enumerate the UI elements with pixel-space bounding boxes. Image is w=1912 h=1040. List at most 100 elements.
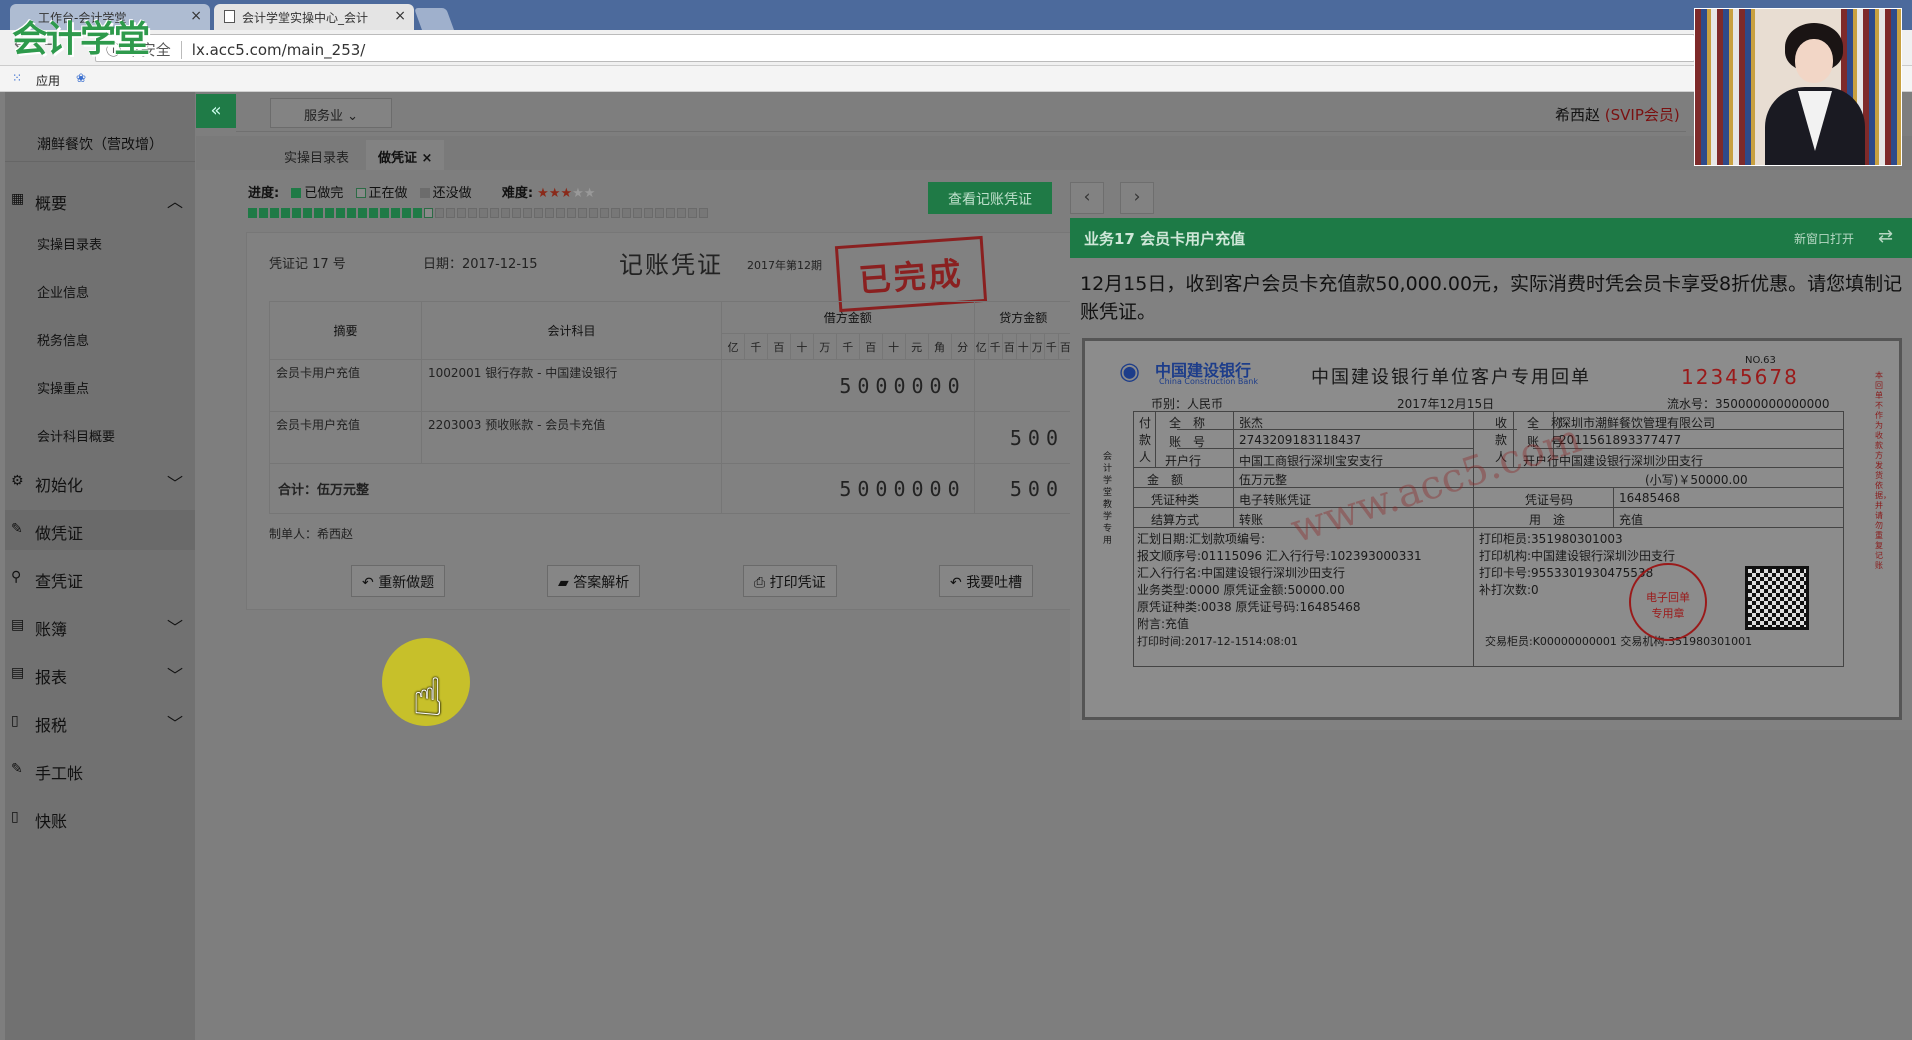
receipt-detail-line: 附言:充值 [1137, 617, 1190, 631]
progress-cell[interactable] [644, 208, 653, 218]
apps-grid-icon[interactable]: ⁙ [12, 71, 22, 85]
row-account[interactable]: 1002001 银行存款 - 中国建设银行 [421, 359, 722, 412]
row-summary[interactable]: 会员卡用户充值 [269, 359, 422, 412]
progress-cell[interactable] [677, 208, 686, 218]
progress-cell[interactable] [633, 208, 642, 218]
subnav-company-info[interactable]: 企业信息 [5, 270, 195, 310]
sidebar-item-label: 报税 [35, 716, 68, 735]
sidebar-item-overview[interactable]: ▦ 概要 ︿ [5, 180, 195, 220]
subnav-tax-info[interactable]: 税务信息 [5, 318, 195, 358]
seal-text: 电子回单专用章 [1646, 591, 1690, 620]
tab-make-voucher[interactable]: 做凭证 × [366, 140, 445, 170]
progress-cell[interactable] [479, 208, 488, 218]
row-debit[interactable]: 5000000 [721, 359, 975, 412]
receipt-detail-line: 打印柜员:351980301003 [1479, 532, 1623, 546]
progress-cell[interactable] [501, 208, 510, 218]
print-voucher-button[interactable]: ⎙ 打印凭证 [743, 565, 837, 597]
progress-cell[interactable] [281, 208, 290, 218]
open-new-window-link[interactable]: 新窗口打开 [1794, 230, 1854, 247]
close-icon[interactable]: × [394, 8, 406, 24]
progress-cell[interactable] [325, 208, 334, 218]
progress-cell[interactable] [303, 208, 312, 218]
bank-seal: 电子回单专用章 [1629, 563, 1707, 641]
table-row[interactable]: 会员卡用户充值 1002001 银行存款 - 中国建设银行 5000000 [269, 359, 1074, 412]
new-tab-button[interactable] [413, 8, 455, 30]
redo-button[interactable]: ↶ 重新做题 [351, 565, 446, 597]
progress-cell[interactable] [600, 208, 609, 218]
bookmark-apps[interactable]: 应用 [36, 72, 60, 89]
sidebar-item-search-voucher[interactable]: ⚲ 查凭证 [5, 558, 195, 598]
table-row[interactable]: 会员卡用户充值 2203003 预收账款 - 会员卡充值 500 [269, 411, 1074, 464]
feedback-button[interactable]: ↶ 我要吐槽 [939, 565, 1034, 597]
settle-method: 转账 [1239, 513, 1264, 527]
progress-cell[interactable] [578, 208, 587, 218]
progress-cell[interactable] [589, 208, 598, 218]
progress-cell[interactable] [523, 208, 532, 218]
progress-cell[interactable] [358, 208, 367, 218]
sidebar-item-reports[interactable]: ▤ 报表 ﹀ [5, 654, 195, 694]
progress-cell[interactable] [402, 208, 411, 218]
digit-unit: 角 [927, 333, 952, 360]
sidebar-item-label: 做凭证 [35, 524, 84, 543]
vip-badge: (SVIP会员) [1604, 106, 1680, 124]
progress-cell[interactable] [666, 208, 675, 218]
progress-cell[interactable] [545, 208, 554, 218]
progress-cell[interactable] [248, 208, 257, 218]
progress-cell[interactable] [622, 208, 631, 218]
answer-analysis-button[interactable]: ▰ 答案解析 [547, 565, 641, 597]
progress-cell[interactable] [391, 208, 400, 218]
progress-cell[interactable] [611, 208, 620, 218]
receipt-detail-line: 汇入行行名:中国建设银行深圳沙田支行 [1137, 566, 1346, 580]
browser-tab-practice[interactable]: 会计学堂实操中心_会计 × [214, 4, 414, 30]
swap-icon[interactable]: ⇄ [1878, 226, 1893, 247]
tab-catalog[interactable]: 实操目录表 [272, 140, 361, 170]
close-icon[interactable]: × [190, 8, 202, 24]
user-info[interactable]: 希西赵 (SVIP会员) [1555, 104, 1680, 125]
sidebar-item-tax-filing[interactable]: ▯ 报税 ﹀ [5, 702, 195, 742]
progress-cell[interactable] [435, 208, 444, 218]
progress-cell[interactable] [468, 208, 477, 218]
progress-cell[interactable] [457, 208, 466, 218]
sidebar-collapse-button[interactable]: « [196, 94, 236, 128]
progress-cell[interactable] [270, 208, 279, 218]
progress-cell[interactable] [446, 208, 455, 218]
progress-cell[interactable] [490, 208, 499, 218]
progress-cell[interactable] [655, 208, 664, 218]
pen-icon: ✎ [11, 521, 23, 537]
subnav-catalog[interactable]: 实操目录表 [5, 222, 195, 262]
close-icon[interactable]: × [422, 151, 433, 166]
url-input[interactable]: ⓘ 不安全 lx.acc5.com/main_253/ [95, 34, 1695, 62]
next-task-button[interactable]: › [1120, 182, 1154, 214]
progress-cell[interactable] [567, 208, 576, 218]
progress-cell[interactable] [259, 208, 268, 218]
progress-cell[interactable] [380, 208, 389, 218]
progress-cell[interactable] [292, 208, 301, 218]
sidebar-item-make-voucher[interactable]: ✎ 做凭证 [5, 510, 195, 550]
prev-task-button[interactable]: ‹ [1070, 182, 1104, 214]
progress-cell[interactable] [424, 208, 433, 218]
industry-select[interactable]: 服务业 ⌄ [270, 98, 392, 128]
sidebar-item-init[interactable]: ⚙ 初始化 ﹀ [5, 462, 195, 502]
paw-icon[interactable]: ❀ [76, 71, 86, 85]
view-voucher-button[interactable]: 查看记账凭证 [928, 182, 1052, 214]
row-account[interactable]: 2203003 预收账款 - 会员卡充值 [421, 411, 722, 464]
progress-cell[interactable] [556, 208, 565, 218]
progress-cell[interactable] [369, 208, 378, 218]
subnav-accounts-overview[interactable]: 会计科目概要 [5, 414, 195, 454]
sidebar-item-quick-books[interactable]: ▯ 快账 [5, 798, 195, 838]
row-debit[interactable] [721, 411, 975, 464]
progress-cell[interactable] [347, 208, 356, 218]
sidebar-item-manual-books[interactable]: ✎ 手工帐 [5, 750, 195, 790]
progress-cell[interactable] [688, 208, 697, 218]
progress-cell[interactable] [314, 208, 323, 218]
progress-cell[interactable] [512, 208, 521, 218]
subnav-key-points[interactable]: 实操重点 [5, 366, 195, 406]
sidebar-item-ledger[interactable]: ▤ 账簿 ﹀ [5, 606, 195, 646]
row-credit[interactable]: 500 [973, 411, 1074, 464]
progress-cell[interactable] [413, 208, 422, 218]
progress-cell[interactable] [336, 208, 345, 218]
progress-cell[interactable] [534, 208, 543, 218]
progress-cell[interactable] [699, 208, 708, 218]
row-credit[interactable] [973, 359, 1074, 412]
row-summary[interactable]: 会员卡用户充值 [269, 411, 422, 464]
